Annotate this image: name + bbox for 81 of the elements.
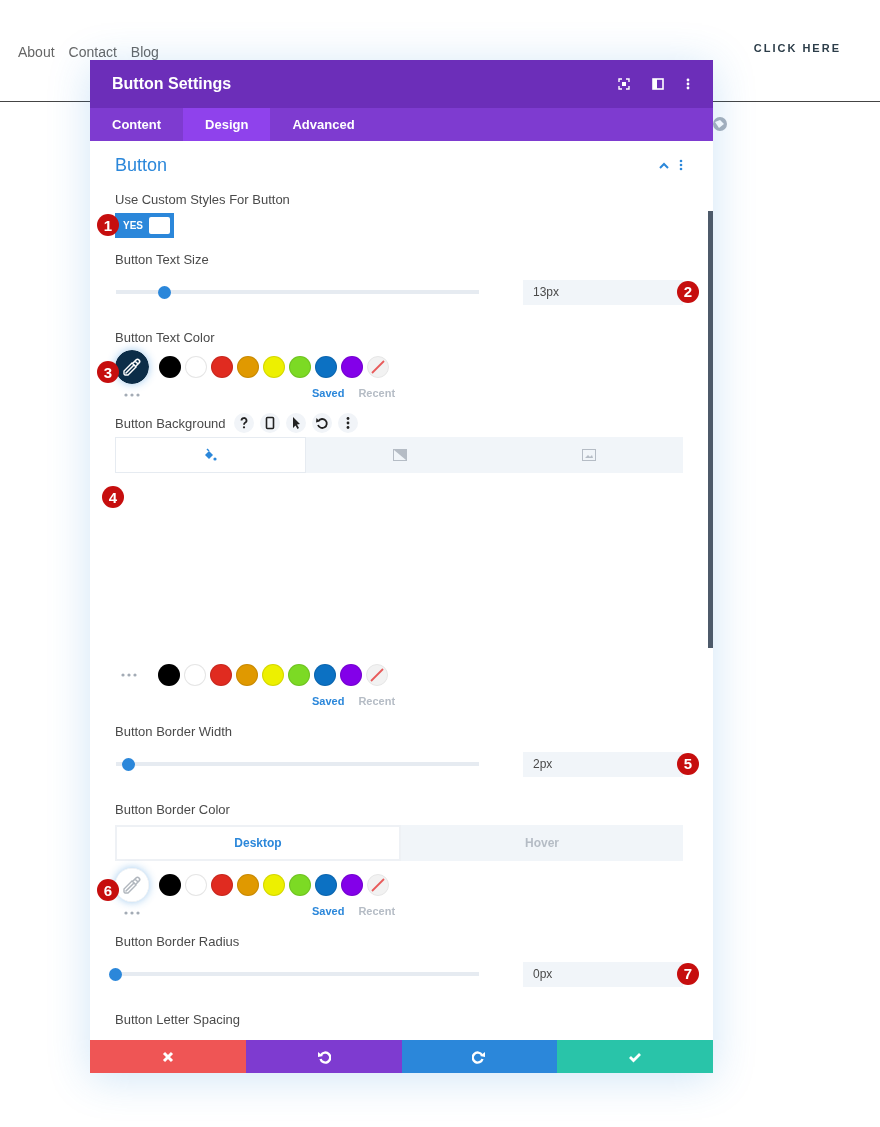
field-label: Use Custom Styles For Button: [115, 191, 290, 207]
color-swatch[interactable]: [184, 664, 206, 686]
no-color-swatch[interactable]: [367, 356, 389, 378]
color-swatch[interactable]: [211, 874, 233, 896]
color-swatch[interactable]: [289, 874, 311, 896]
step-marker: 2: [677, 280, 699, 303]
step-marker: 6: [97, 879, 119, 901]
color-swatch[interactable]: [315, 356, 337, 378]
palette-tab[interactable]: Saved: [312, 387, 345, 399]
color-swatch[interactable]: [185, 356, 207, 378]
step-marker: 7: [677, 962, 699, 985]
layout-icon[interactable]: [652, 78, 664, 90]
eyedropper-button[interactable]: [115, 868, 149, 902]
cta-link[interactable]: CLICK HERE: [753, 42, 841, 54]
close-icon: [160, 1049, 175, 1064]
settings-tab[interactable]: Design: [183, 108, 271, 141]
field-label: Button Letter Spacing: [115, 1011, 241, 1027]
field-label: Button Border Color: [115, 801, 230, 817]
color-swatch[interactable]: [237, 874, 259, 896]
step-marker: 3: [97, 361, 119, 383]
color-swatch[interactable]: [159, 874, 181, 896]
field-label: Button Background: [115, 415, 226, 431]
color-swatch[interactable]: [288, 664, 310, 686]
color-swatch[interactable]: [211, 356, 233, 378]
field-label: Button Text Color: [115, 329, 215, 345]
color-swatch[interactable]: [315, 874, 337, 896]
no-color-swatch[interactable]: [367, 874, 389, 896]
color-swatch[interactable]: [289, 356, 311, 378]
undo-icon: [316, 1049, 331, 1064]
slider-thumb[interactable]: [109, 967, 122, 981]
value-field[interactable]: 13px: [523, 279, 683, 305]
palette-tab[interactable]: Saved: [312, 905, 345, 917]
value-field[interactable]: 2px: [523, 751, 683, 777]
step-marker: 4: [102, 486, 124, 508]
color-swatch[interactable]: [185, 874, 207, 896]
phone-icon[interactable]: [259, 413, 280, 433]
cursor-icon[interactable]: [285, 413, 306, 433]
palette-tab[interactable]: Saved: [312, 695, 345, 707]
reset-icon[interactable]: [311, 413, 332, 433]
nav-link[interactable]: Blog: [130, 44, 159, 60]
field-label: Button Border Radius: [115, 933, 240, 949]
color-swatch[interactable]: [210, 664, 232, 686]
help-icon[interactable]: [233, 413, 254, 433]
image-icon: [581, 449, 596, 461]
color-swatch[interactable]: [263, 356, 285, 378]
more-icon[interactable]: [337, 413, 358, 433]
modal-title: Button Settings: [112, 75, 232, 93]
color-swatch[interactable]: [341, 874, 363, 896]
color-swatch[interactable]: [263, 874, 285, 896]
nav-link[interactable]: About: [18, 44, 55, 60]
eyedropper-button[interactable]: [115, 350, 149, 384]
value-field[interactable]: 0px: [523, 961, 683, 987]
settings-tab[interactable]: Content: [90, 108, 184, 141]
color-swatch[interactable]: [237, 356, 259, 378]
redo-icon: [472, 1049, 487, 1064]
gradient-icon: [393, 449, 407, 461]
step-marker: 5: [677, 752, 699, 775]
color-swatch[interactable]: [340, 664, 362, 686]
color-swatch[interactable]: [262, 664, 284, 686]
device-tab[interactable]: Desktop: [115, 825, 401, 861]
collapse-icon[interactable]: [659, 161, 669, 169]
scrollbar[interactable]: [708, 211, 713, 648]
section-title: Button: [115, 154, 169, 176]
step-marker: 1: [97, 214, 119, 236]
color-tab[interactable]: [115, 437, 306, 473]
slider-thumb[interactable]: [122, 757, 136, 771]
focus-icon[interactable]: [618, 78, 630, 90]
paint-bucket-icon: [203, 448, 218, 462]
field-label: Button Border Width: [115, 723, 233, 739]
settings-tab[interactable]: Advanced: [270, 108, 377, 141]
yes-toggle[interactable]: YES: [115, 213, 174, 238]
color-swatch[interactable]: [236, 664, 258, 686]
nav-link[interactable]: Contact: [68, 44, 117, 60]
no-color-swatch[interactable]: [366, 664, 388, 686]
slider-thumb[interactable]: [157, 285, 171, 299]
color-swatch[interactable]: [314, 664, 336, 686]
field-label: Button Text Size: [115, 251, 209, 267]
more-icon[interactable]: [686, 78, 690, 90]
color-swatch[interactable]: [158, 664, 180, 686]
color-swatch[interactable]: [159, 356, 181, 378]
color-swatch[interactable]: [341, 356, 363, 378]
